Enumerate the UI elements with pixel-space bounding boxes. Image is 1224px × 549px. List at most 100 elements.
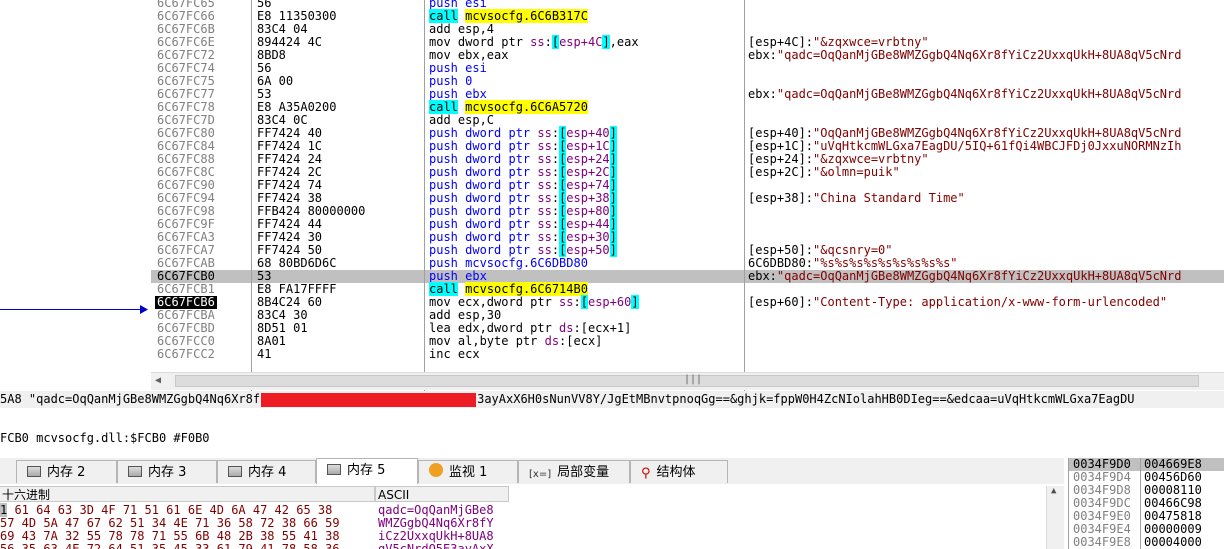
vertical-scrollbar[interactable]: ▲ xyxy=(1046,486,1064,549)
tab-label: 内存 3 xyxy=(148,465,187,480)
token: ] xyxy=(609,230,617,244)
disassembly-pane[interactable]: 6C67FC65 56 push esi 6C67FC66 E8 11350300 cal… xyxy=(0,0,1224,391)
token: esp+80 xyxy=(566,204,610,218)
instruction-row[interactable]: 6C67FCC0 8A01 mov al,byte ptr ds:[ecx] xyxy=(151,335,1224,348)
watch-icon xyxy=(429,463,443,477)
instruction-comment: ebx:"qadc=OqQanMjGBe8WMZGgbQ4Nq6Xr8fYiCz… xyxy=(748,49,1181,62)
instruction-comment: [esp+2C]:"&olmn=puik" xyxy=(748,166,900,179)
token: ss xyxy=(537,204,552,218)
column-divider xyxy=(1140,510,1141,523)
ascii-text: qV5cNrdQ5E3ayAxX xyxy=(378,542,494,549)
column-divider xyxy=(1140,458,1141,471)
memory-icon xyxy=(128,466,142,477)
token: : xyxy=(551,165,560,179)
instruction-address: 6C67FCC2 xyxy=(157,347,215,361)
token: mov ecx,dword ptr xyxy=(429,295,560,309)
hex-column-header[interactable]: 十六进制 xyxy=(0,486,375,502)
dump-tab-bar: 内存 2 内存 3 内存 4 内存 5 监视 1 [x=] 局部变量 ⚲ 结构体 xyxy=(0,458,1064,485)
token: mov al,byte ptr xyxy=(429,334,545,348)
tab-2[interactable]: 内存 3 xyxy=(117,460,217,483)
token: ss xyxy=(530,35,545,49)
info-text-suffix: 3ayAxX6H0sNunVV8Y/JgEtMBnvtpnoqGg==&ghjk… xyxy=(477,392,1135,406)
token: ss xyxy=(537,217,552,231)
token: add esp,4 xyxy=(429,22,495,36)
token: ] xyxy=(609,178,617,192)
token: [esp+4C]: xyxy=(748,35,814,49)
instruction-row[interactable]: 6C67FCBD 8D51 01 lea edx,dword ptr ds:[ecx… xyxy=(151,322,1224,335)
locals-icon: [x=] xyxy=(529,469,552,480)
instruction-text: inc ecx xyxy=(429,348,480,361)
token: esp+38 xyxy=(566,191,610,205)
instruction-row[interactable]: 6C67FCBA 83C4 30 add esp,30 xyxy=(151,309,1224,322)
memory-icon xyxy=(228,466,242,477)
token: esp+50 xyxy=(566,243,610,257)
token: add esp,30 xyxy=(429,308,502,322)
hex-dump-pane[interactable]: 十六进制 ASCII 1 61 64 63 3D 4F 71 51 61 6E … xyxy=(0,484,1064,549)
token: add esp,C xyxy=(429,113,495,127)
horizontal-scrollbar[interactable]: ◀ ||| xyxy=(151,372,1224,390)
token: ss xyxy=(537,126,552,140)
token: lea edx,dword ptr xyxy=(429,321,560,335)
tab-label: 内存 4 xyxy=(248,465,287,480)
instruction-row[interactable]: 6C67FC78 E8 A35A0200 call mcvsocfg.6C6A572… xyxy=(151,100,1224,114)
tab-7[interactable]: ⚲ 结构体 xyxy=(630,460,728,483)
tab-1[interactable]: 内存 2 xyxy=(16,460,117,483)
instruction-comment: [esp+38]:"China Standard Time" xyxy=(748,192,965,205)
token: [esp+38]: xyxy=(748,191,814,205)
token: ] xyxy=(609,126,617,140)
token: ] xyxy=(609,191,617,205)
token: [esp+2C]: xyxy=(748,165,814,179)
token: ] xyxy=(609,165,617,179)
token: push dword ptr xyxy=(429,230,538,244)
scroll-up-icon[interactable]: ▲ xyxy=(1051,486,1056,496)
instruction-row[interactable]: 6C67FCC2 41 inc ecx xyxy=(151,348,1224,361)
tab-3[interactable]: 内存 4 xyxy=(217,460,316,483)
ascii-column-header[interactable]: ASCII xyxy=(375,486,509,502)
stack-pane[interactable]: 0034F9D0 004669E8 0034F9D4 00456D60 0034F9D8… xyxy=(1068,458,1224,549)
instruction-row[interactable]: 6C67FC72 8BD8 mov ebx,eax ebx:"qadc=OqQanMj… xyxy=(151,49,1224,62)
tab-label: 内存 5 xyxy=(347,463,386,478)
token: : xyxy=(551,204,560,218)
token: push ebx xyxy=(429,87,487,101)
hex-bytes: 69 43 7A 32 55 78 78 71 55 6B 48 2B 38 5… xyxy=(0,529,340,543)
token: push dword ptr xyxy=(429,217,538,231)
token: [esp+1C]: xyxy=(748,139,814,153)
tab-6[interactable]: [x=] 局部变量 xyxy=(518,460,630,483)
hex-byte-values: 56 35 63 4E 72 64 51 35 45 33 61 79 41 7… xyxy=(0,542,340,549)
instruction-row[interactable]: 6C67FCB6 8B4C24 60 mov ecx,dword ptr ss:[e… xyxy=(151,295,1224,309)
token: call xyxy=(429,282,458,296)
token: :[ecx] xyxy=(559,334,603,348)
column-divider xyxy=(1140,471,1141,484)
token: push dword ptr xyxy=(429,165,538,179)
instruction-row[interactable]: 6C67FC66 E8 11350300 call mcvsocfg.6C6B317… xyxy=(151,9,1224,23)
token: push dword ptr xyxy=(429,178,538,192)
token: ss xyxy=(537,178,552,192)
token: ss xyxy=(559,295,574,309)
token: inc ecx xyxy=(429,347,480,361)
token: push dword ptr xyxy=(429,204,538,218)
token: esp+1C xyxy=(566,139,610,153)
token: ] xyxy=(609,204,617,218)
token: "qadc=OqQanMjGBe8WMZGgbQ4Nq6Xr8fYiCz2Uxx… xyxy=(776,48,1182,62)
instruction-comment: ebx:"qadc=OqQanMjGBe8WMZGgbQ4Nq6Xr8fYiCz… xyxy=(748,270,1181,283)
instruction-row[interactable]: 6C67FC74 56 push esi xyxy=(151,62,1224,75)
stack-row[interactable]: 0034F9E8 00004000 xyxy=(1069,536,1224,549)
hex-bytes: 56 35 63 4E 72 64 51 35 45 33 61 79 41 7… xyxy=(0,542,340,549)
token: "&zqxwce=vrbtny" xyxy=(813,152,929,166)
tab-5[interactable]: 监视 1 xyxy=(418,460,518,483)
token: ,eax xyxy=(609,35,639,49)
token: : xyxy=(551,217,560,231)
token: [esp+40]: xyxy=(748,126,814,140)
token: "China Standard Time" xyxy=(813,191,965,205)
tab-label: 结构体 xyxy=(656,465,696,480)
token: push dword ptr xyxy=(429,139,538,153)
token: esp+74 xyxy=(566,178,610,192)
hex-bytes: 1 61 64 63 3D 4F 71 51 61 6E 4D 6A 47 42… xyxy=(0,503,332,517)
token: ss xyxy=(537,243,552,257)
tab-4[interactable]: 内存 5 xyxy=(316,458,418,484)
hex-row[interactable]: 56 35 63 4E 72 64 51 35 45 33 61 79 41 7… xyxy=(0,542,494,549)
token: ] xyxy=(609,139,617,153)
token: : xyxy=(551,126,560,140)
scroll-left-icon[interactable]: ◀ xyxy=(155,373,161,389)
column-divider xyxy=(424,0,425,391)
